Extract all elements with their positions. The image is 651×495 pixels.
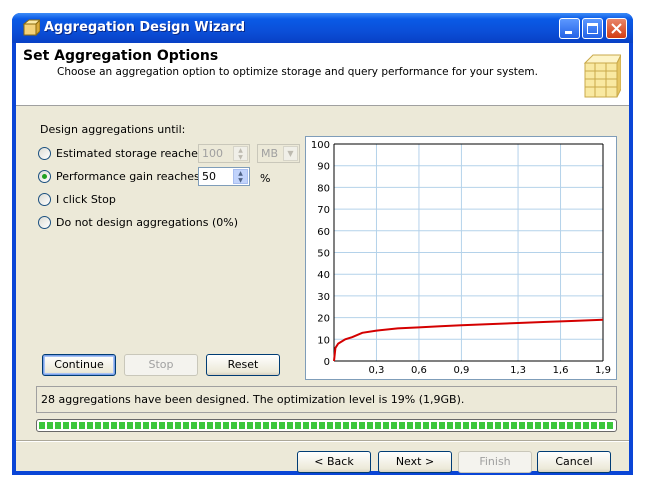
storage-value-spinner[interactable]: 100 ▲ ▼ bbox=[198, 144, 250, 163]
y-tick-label: 40 bbox=[317, 270, 330, 281]
y-tick-label: 50 bbox=[317, 249, 330, 260]
gain-unit-label: % bbox=[260, 172, 271, 185]
storage-unit: MB bbox=[261, 147, 279, 160]
performance-chart-svg: 0 10 20 30 40 50 60 70 80 90 100 0,3 0,6 0,9 1,3 1,6 1,9 bbox=[311, 140, 611, 376]
radio-label-click-stop[interactable]: I click Stop bbox=[56, 193, 116, 206]
x-tick-label: 1,9 bbox=[595, 365, 611, 376]
wizard-window: Aggregation Design Wizard Set Aggregatio… bbox=[12, 13, 633, 475]
performance-chart: 0 10 20 30 40 50 60 70 80 90 100 0,3 0,6 0,9 1,3 1,6 1,9 bbox=[305, 136, 617, 380]
gain-value: 50 bbox=[202, 170, 216, 183]
radio-label-estimated-storage[interactable]: Estimated storage reaches bbox=[56, 147, 204, 160]
x-tick-label: 1,3 bbox=[510, 365, 526, 376]
cancel-button[interactable]: Cancel bbox=[537, 451, 611, 473]
progress-bar bbox=[36, 419, 617, 432]
stop-button[interactable]: Stop bbox=[124, 354, 198, 376]
radio-click-stop[interactable] bbox=[38, 193, 51, 206]
y-tick-label: 100 bbox=[311, 140, 330, 151]
y-tick-label: 60 bbox=[317, 227, 330, 238]
radio-label-performance-gain[interactable]: Performance gain reaches bbox=[56, 170, 200, 183]
continue-button[interactable]: Continue bbox=[42, 354, 116, 376]
y-tick-label: 70 bbox=[317, 205, 330, 216]
storage-value: 100 bbox=[202, 147, 223, 160]
y-tick-label: 30 bbox=[317, 292, 330, 303]
finish-button[interactable]: Finish bbox=[458, 451, 532, 473]
x-tick-label: 0,6 bbox=[411, 365, 427, 376]
back-button[interactable]: < Back bbox=[297, 451, 371, 473]
minimize-icon bbox=[565, 31, 572, 34]
chevron-down-icon[interactable]: ▼ bbox=[283, 146, 298, 161]
storage-unit-select[interactable]: MB ▼ bbox=[257, 144, 300, 163]
footer-divider bbox=[16, 440, 629, 442]
cube-wizard-icon bbox=[22, 19, 40, 37]
wizard-body: Set Aggregation Options Choose an aggreg… bbox=[16, 43, 629, 473]
progress-fill bbox=[39, 422, 614, 429]
radio-performance-gain[interactable] bbox=[38, 170, 51, 183]
radio-no-aggregations[interactable] bbox=[38, 216, 51, 229]
design-until-label: Design aggregations until: bbox=[40, 123, 186, 136]
x-tick-label: 0,3 bbox=[369, 365, 385, 376]
y-tick-label: 20 bbox=[317, 314, 330, 325]
spin-arrows-icon[interactable]: ▲ ▼ bbox=[233, 169, 248, 184]
y-tick-label: 80 bbox=[317, 183, 330, 194]
close-button[interactable] bbox=[606, 18, 627, 39]
status-panel: 28 aggregations have been designed. The … bbox=[36, 386, 617, 413]
x-tick-label: 1,6 bbox=[553, 365, 569, 376]
page-subtitle: Choose an aggregation option to optimize… bbox=[57, 66, 538, 78]
y-tick-label: 90 bbox=[317, 162, 330, 173]
close-icon bbox=[611, 23, 622, 34]
next-button[interactable]: Next > bbox=[378, 451, 452, 473]
radio-estimated-storage[interactable] bbox=[38, 147, 51, 160]
y-tick-label: 10 bbox=[317, 335, 330, 346]
reset-button[interactable]: Reset bbox=[206, 354, 280, 376]
wizard-header: Set Aggregation Options Choose an aggreg… bbox=[16, 43, 629, 106]
page-title: Set Aggregation Options bbox=[23, 48, 219, 64]
maximize-button[interactable] bbox=[582, 18, 603, 39]
status-message: 28 aggregations have been designed. The … bbox=[41, 393, 465, 406]
spin-arrows-icon[interactable]: ▲ ▼ bbox=[233, 146, 248, 161]
table-grid-icon bbox=[583, 54, 621, 98]
maximize-icon bbox=[587, 23, 598, 34]
x-tick-label: 0,9 bbox=[453, 365, 469, 376]
y-tick-label: 0 bbox=[324, 357, 330, 368]
minimize-button[interactable] bbox=[559, 18, 580, 39]
title-bar[interactable]: Aggregation Design Wizard bbox=[12, 13, 633, 43]
series-line bbox=[333, 318, 604, 362]
gain-value-spinner[interactable]: 50 ▲ ▼ bbox=[198, 167, 250, 186]
radio-label-no-aggregations[interactable]: Do not design aggregations (0%) bbox=[56, 216, 238, 229]
window-title: Aggregation Design Wizard bbox=[44, 20, 246, 35]
